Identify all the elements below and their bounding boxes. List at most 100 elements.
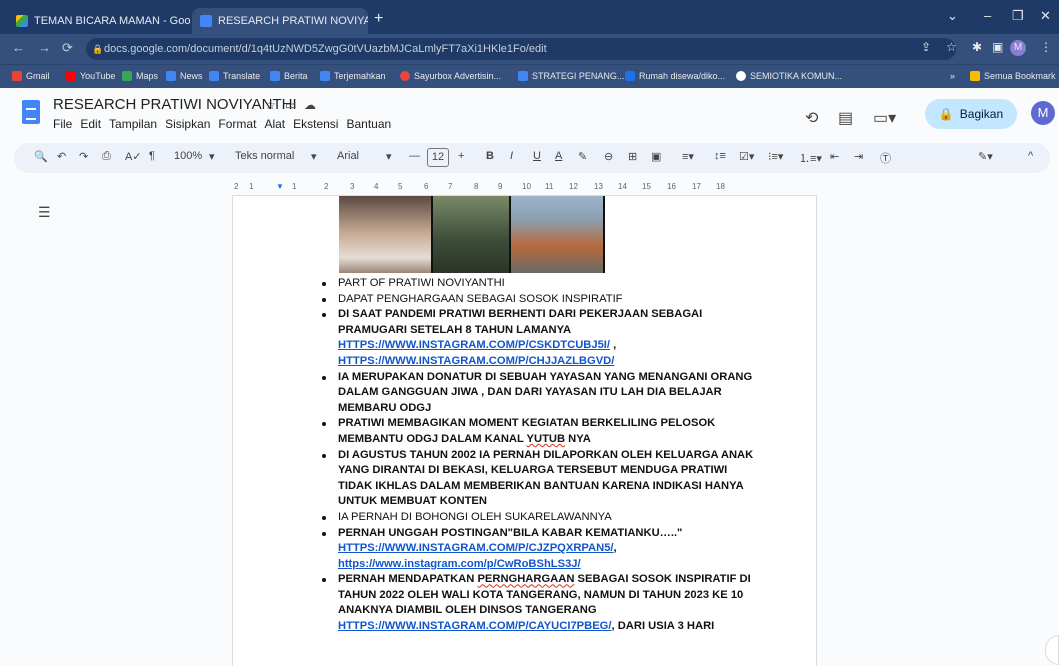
menu-edit[interactable]: Edit xyxy=(80,117,101,131)
indent-marker-icon[interactable]: ▼ xyxy=(276,182,284,191)
bulleted-list-icon[interactable]: ⁝≡▾ xyxy=(768,150,783,163)
ruler-mark: 1 xyxy=(249,182,254,191)
restore-icon[interactable]: ❐ xyxy=(1012,8,1024,24)
undo-icon[interactable]: ↶ xyxy=(57,150,66,163)
bookmark-terjemahkan[interactable]: Terjemahkan xyxy=(320,71,386,81)
redo-icon[interactable]: ↷ xyxy=(79,150,88,163)
bookmark-gmail[interactable]: Gmail xyxy=(12,71,50,81)
decrease-size-icon[interactable]: — xyxy=(409,150,420,162)
bookmark-strategi[interactable]: STRATEGI PENANG... xyxy=(518,71,624,81)
reload-icon[interactable]: ⟳ xyxy=(62,40,73,56)
font-select[interactable]: Arial xyxy=(337,150,359,162)
meet-icon[interactable]: ▭▾ xyxy=(873,108,896,128)
ruler-mark: 9 xyxy=(498,182,503,191)
instagram-link[interactable]: HTTPS://WWW.INSTAGRAM.COM/P/CHJJAZLBGVD/ xyxy=(338,355,614,367)
instagram-link[interactable]: HTTPS://WWW.INSTAGRAM.COM/P/CAYUCI7PBEG/ xyxy=(338,620,611,632)
chevron-down-icon[interactable]: ▾ xyxy=(311,150,317,163)
menu-insert[interactable]: Sisipkan xyxy=(165,117,210,131)
spellcheck-icon[interactable]: A✓ xyxy=(125,150,142,163)
bookmark-news[interactable]: News xyxy=(166,71,203,81)
zoom-select[interactable]: 100% xyxy=(174,150,202,162)
search-menus-icon[interactable]: 🔍 xyxy=(34,150,48,163)
decrease-indent-icon[interactable]: ⇤ xyxy=(830,150,839,163)
bookmark-youtube[interactable]: YouTube xyxy=(66,71,115,81)
clear-formatting-icon[interactable]: Ⓣ xyxy=(880,150,891,166)
embedded-image[interactable] xyxy=(339,196,605,273)
gmail-icon xyxy=(12,71,22,81)
ruler-mark: 8 xyxy=(474,182,479,191)
bookmark-berita[interactable]: Berita xyxy=(270,71,308,81)
address-bar[interactable]: 🔒 docs.google.com/document/d/1q4tUzNWD5Z… xyxy=(86,38,956,60)
share-page-icon[interactable]: ⇪ xyxy=(921,40,931,54)
bookmark-star-icon[interactable]: ☆ xyxy=(946,40,957,54)
misspelled-word[interactable]: PERNGHARGAAN xyxy=(477,573,574,585)
tab-teman-bicara[interactable]: TEMAN BICARA MAMAN - Goo × xyxy=(8,8,192,34)
misspelled-word[interactable]: YUTUB xyxy=(527,433,566,445)
profile-icon[interactable]: M xyxy=(1010,40,1026,56)
side-panel-icon[interactable]: ▣ xyxy=(992,40,1003,54)
bold-icon[interactable]: B xyxy=(486,150,494,162)
editing-mode-icon[interactable]: ✎▾ xyxy=(978,150,993,163)
forward-icon[interactable]: → xyxy=(38,40,51,55)
extensions-icon[interactable]: ✱ xyxy=(972,40,982,54)
increase-size-icon[interactable]: + xyxy=(458,150,464,162)
avatar[interactable]: M xyxy=(1031,101,1055,125)
align-icon[interactable]: ≡▾ xyxy=(682,150,694,163)
share-button[interactable]: 🔒 Bagikan xyxy=(925,99,1017,129)
move-folder-icon[interactable]: ▭ xyxy=(285,98,296,112)
instagram-link[interactable]: https://www.instagram.com/p/CwRoBShLS3J/ xyxy=(338,558,581,570)
tab-search-icon[interactable]: ⌄ xyxy=(947,8,958,24)
checklist-icon[interactable]: ☑▾ xyxy=(739,150,754,163)
document-title[interactable]: RESEARCH PRATIWI NOVIYANTHI xyxy=(53,96,297,113)
menu-tools[interactable]: Alat xyxy=(264,117,285,131)
menu-file[interactable]: File xyxy=(53,117,72,131)
comments-icon[interactable]: ▤ xyxy=(838,108,853,128)
instagram-link[interactable]: HTTPS://WWW.INSTAGRAM.COM/P/CJZPQXRPAN5/ xyxy=(338,542,614,554)
bookmark-sayurbox[interactable]: Sayurbox Advertisin... xyxy=(400,71,501,81)
docs-logo-icon[interactable] xyxy=(22,100,40,124)
style-select[interactable]: Teks normal xyxy=(235,150,294,162)
menu-view[interactable]: Tampilan xyxy=(109,117,157,131)
more-bookmarks-icon[interactable]: » xyxy=(950,71,955,81)
close-window-icon[interactable]: ✕ xyxy=(1040,8,1051,24)
bookmark-maps[interactable]: Maps xyxy=(122,71,158,81)
tab-label: RESEARCH PRATIWI NOVIYANTI xyxy=(218,15,368,27)
chevron-down-icon[interactable]: ▾ xyxy=(386,150,392,163)
numbered-list-icon[interactable]: ⒈≡▾ xyxy=(799,150,822,166)
print-icon[interactable]: ⎙ xyxy=(102,150,111,163)
paint-format-icon[interactable]: ¶ xyxy=(149,150,155,162)
folder-icon xyxy=(970,71,980,81)
text-color-icon[interactable]: A xyxy=(555,150,562,162)
italic-icon[interactable]: I xyxy=(510,150,513,162)
insert-image-icon[interactable]: ▣ xyxy=(651,150,661,163)
bookmark-semiotika[interactable]: SEMIOTIKA KOMUN... xyxy=(736,71,842,81)
menu-extensions[interactable]: Ekstensi xyxy=(293,117,338,131)
all-bookmarks[interactable]: Semua Bookmark xyxy=(970,71,1056,81)
collapse-icon[interactable]: ^ xyxy=(1028,150,1033,162)
outline-icon[interactable]: ☰ xyxy=(38,204,51,221)
document-body[interactable]: PART OF PRATIWI NOVIYANTHI DAPAT PENGHAR… xyxy=(320,276,760,635)
bookmark-translate[interactable]: Translate xyxy=(209,71,260,81)
menu-icon[interactable]: ⋮ xyxy=(1040,40,1052,54)
ruler[interactable]: 2 1 ▼ 1 2 3 4 5 6 7 8 9 10 11 12 13 14 1… xyxy=(232,180,817,196)
star-icon[interactable]: ☆ xyxy=(265,98,276,112)
chevron-down-icon[interactable]: ▾ xyxy=(209,150,215,163)
list-item: PERNAH UNGGAH POSTINGAN"BILA KABAR KEMAT… xyxy=(320,526,760,573)
increase-indent-icon[interactable]: ⇥ xyxy=(854,150,863,163)
link-icon[interactable]: ⊖ xyxy=(604,150,613,163)
instagram-link[interactable]: HTTPS://WWW.INSTAGRAM.COM/P/CSKDTCUBJ5I/ xyxy=(338,339,610,351)
tab-research[interactable]: RESEARCH PRATIWI NOVIYANTI × xyxy=(192,8,368,34)
new-tab-icon[interactable]: + xyxy=(374,10,383,28)
bookmark-rumah[interactable]: Rumah disewa/diko... xyxy=(625,71,725,81)
cloud-status-icon[interactable]: ☁ xyxy=(304,98,316,112)
back-icon[interactable]: ← xyxy=(12,40,25,55)
menu-format[interactable]: Format xyxy=(218,117,256,131)
add-comment-icon[interactable]: ⊞ xyxy=(628,150,637,163)
line-spacing-icon[interactable]: ↕≡ xyxy=(714,150,726,162)
history-icon[interactable]: ⟲ xyxy=(805,108,818,128)
underline-icon[interactable]: U xyxy=(533,150,541,162)
font-size-input[interactable]: 12 xyxy=(427,148,449,167)
highlight-icon[interactable]: ✎ xyxy=(578,150,587,163)
minimize-icon[interactable]: – xyxy=(984,8,991,23)
menu-help[interactable]: Bantuan xyxy=(346,117,391,131)
